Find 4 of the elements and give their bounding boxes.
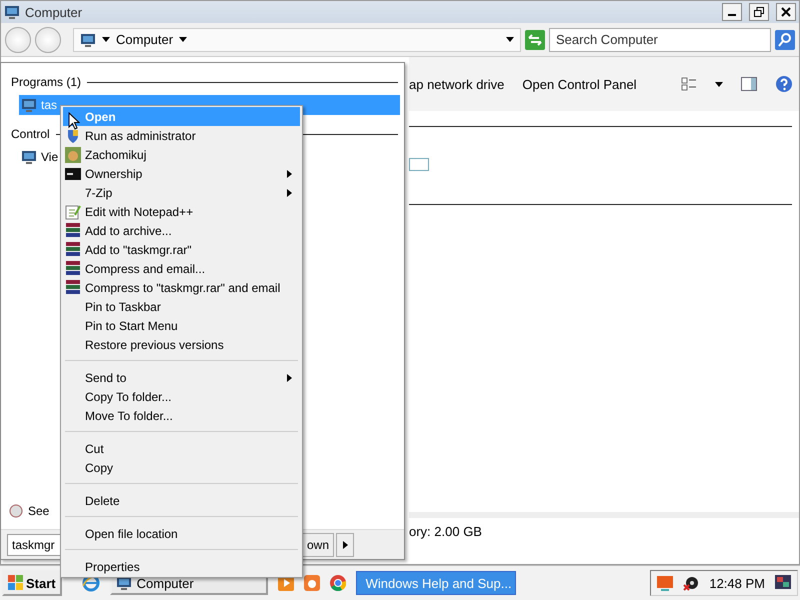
- memory-text: ory: 2.00 GB: [409, 524, 482, 539]
- section-header: Control: [11, 127, 50, 141]
- window-title: Computer: [25, 4, 84, 20]
- section-header: Programs (1): [11, 75, 82, 89]
